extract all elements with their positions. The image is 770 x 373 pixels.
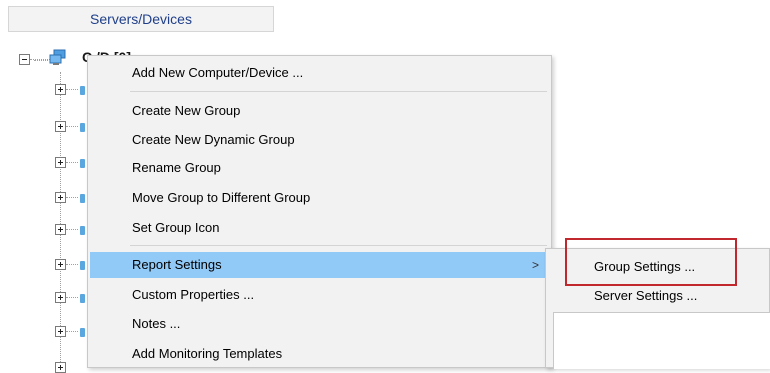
submenu-item-server-settings[interactable]: Server Settings ... [548,283,767,309]
group-icon [80,194,85,203]
expand-icon[interactable] [55,84,66,95]
menu-item-add-monitoring-templates[interactable]: Add Monitoring Templates [90,341,549,367]
expand-icon[interactable] [55,292,66,303]
menu-item-create-new-group[interactable]: Create New Group [90,98,549,124]
menu-item-rename-group[interactable]: Rename Group [90,155,549,181]
menu-item-create-new-dynamic-group[interactable]: Create New Dynamic Group [90,127,549,153]
menu-item-custom-properties[interactable]: Custom Properties ... [90,282,549,308]
group-icon [80,294,85,303]
background-panel [553,312,770,369]
submenu-arrow-icon: > [531,258,539,272]
group-icon [80,123,85,132]
expand-icon[interactable] [55,192,66,203]
menu-item-move-group[interactable]: Move Group to Different Group [90,185,549,211]
servers-devices-header[interactable]: Servers/Devices [8,6,274,32]
group-icon [80,261,85,270]
menu-item-report-settings[interactable]: Report Settings > [90,252,549,278]
group-icon [80,159,85,168]
menu-item-report-settings-label: Report Settings [132,257,222,272]
expand-icon[interactable] [55,224,66,235]
menu-item-add-new-computer[interactable]: Add New Computer/Device ... [90,60,549,86]
device-tree [0,32,90,373]
menu-separator [130,245,547,246]
group-icon [80,86,85,95]
group-icon [80,226,85,235]
computer-group-icon [49,49,66,65]
context-menu: Add New Computer/Device ... Create New G… [87,55,552,368]
menu-item-set-group-icon[interactable]: Set Group Icon [90,215,549,241]
expand-icon[interactable] [55,259,66,270]
menu-separator [130,91,547,92]
menu-item-notes[interactable]: Notes ... [90,311,549,337]
expand-icon[interactable] [55,121,66,132]
submenu-item-group-settings[interactable]: Group Settings ... [548,254,767,280]
collapse-icon[interactable] [19,54,30,65]
group-icon [80,328,85,337]
expand-icon[interactable] [55,326,66,337]
expand-icon[interactable] [55,157,66,168]
